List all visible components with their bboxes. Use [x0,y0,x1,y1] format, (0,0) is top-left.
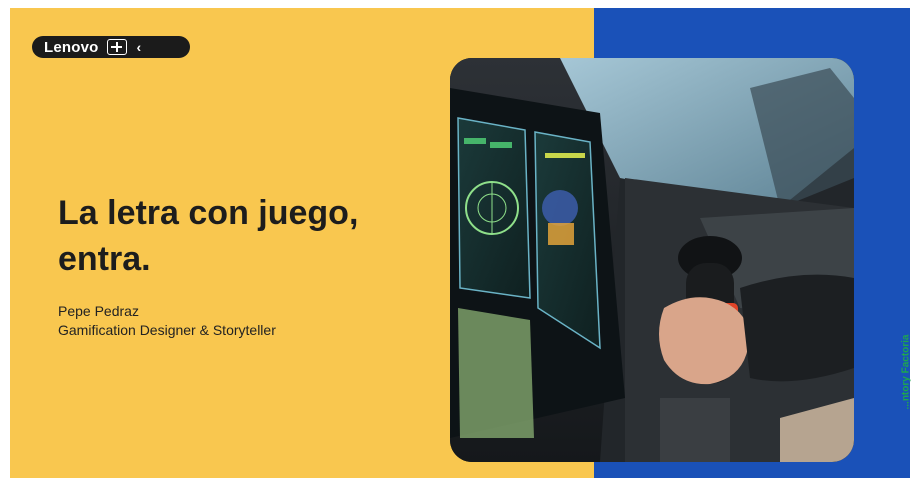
cockpit-photo [450,58,854,462]
brand-name: Lenovo [44,38,99,56]
presentation-slide: Lenovo ‹ La letra con juego, entra. Pepe… [10,8,910,478]
map-display [458,308,534,438]
slide-title-line2: entra. [58,240,151,278]
author-name: Pepe Pedraz [58,303,139,319]
author-role: Gamification Designer & Storyteller [58,322,276,338]
brand-badge[interactable]: Lenovo ‹ [32,36,190,58]
edge-watermark-text: ...ntory Factoria [900,334,912,410]
chevron-left-icon[interactable]: ‹ [137,39,142,55]
slide-title: La letra con juego, entra. [58,190,418,282]
slide-title-line1: La letra con juego, [58,194,359,232]
edge-watermark: ...ntory Factoria [899,330,913,478]
cockpit-illustration [450,58,854,462]
lenovo-logo-icon [106,39,127,55]
